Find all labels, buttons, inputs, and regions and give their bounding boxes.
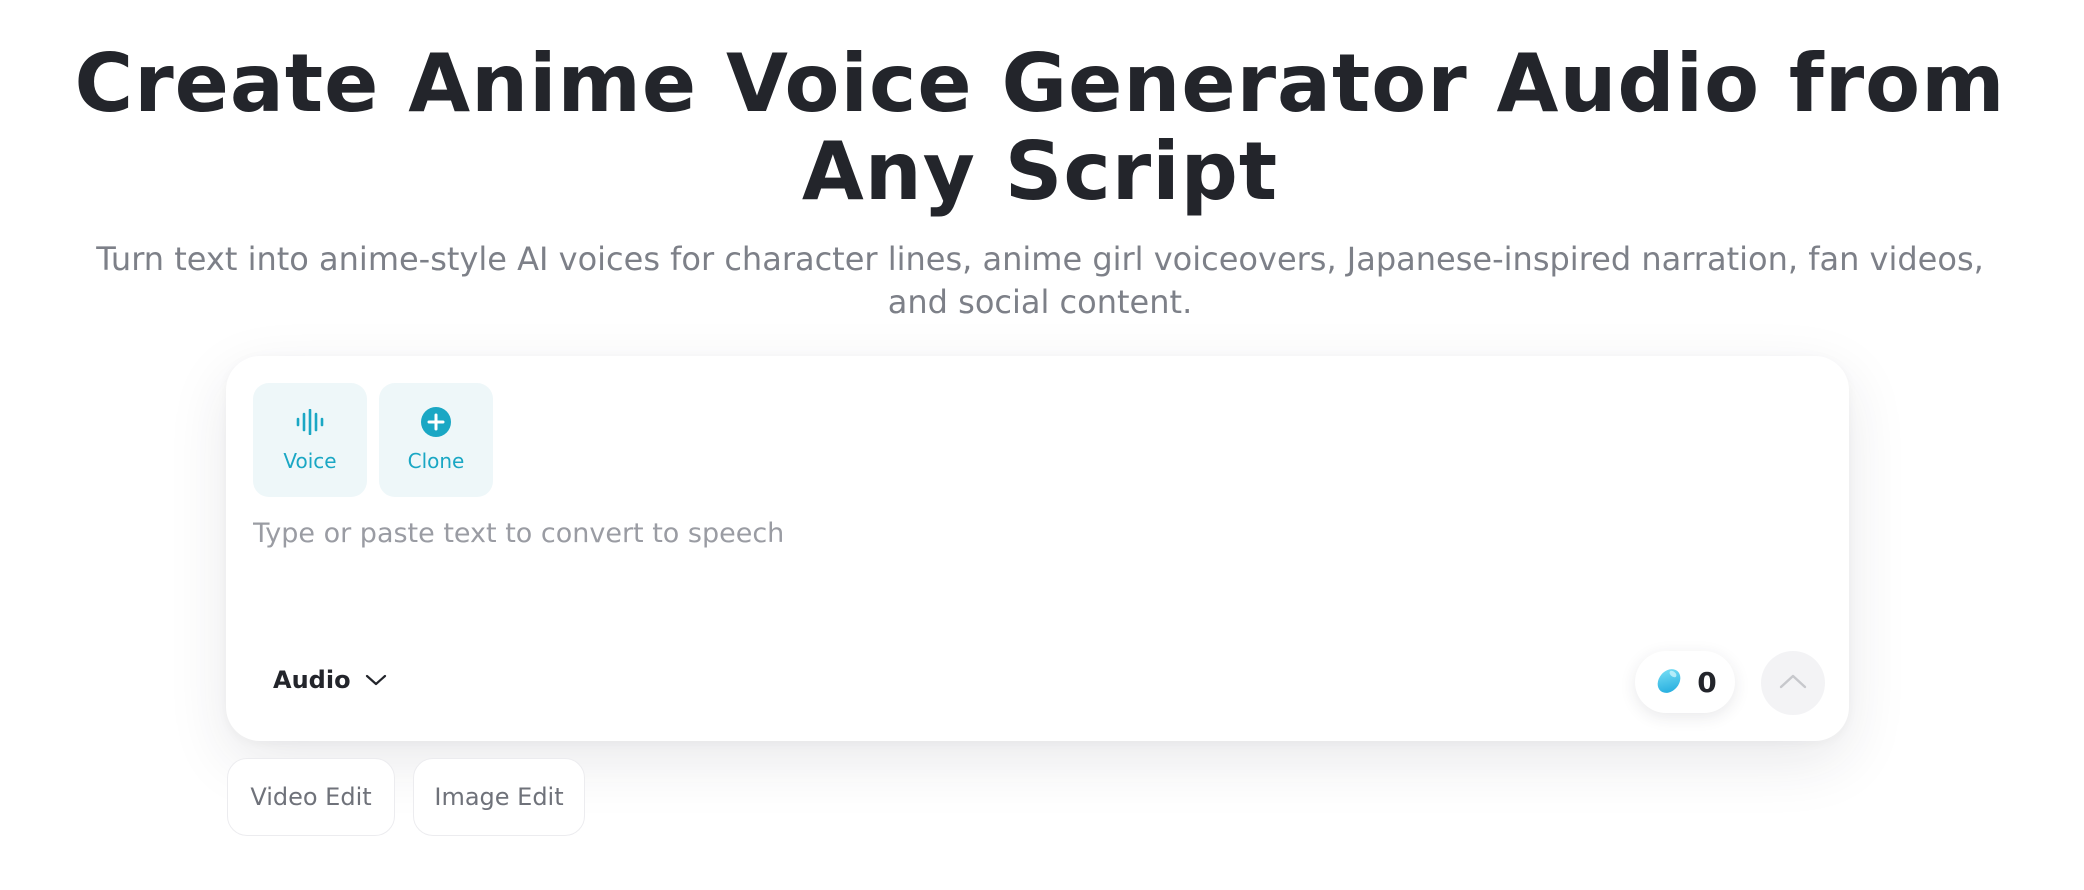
page-title: Create Anime Voice Generator Audio from … [74, 37, 2006, 218]
plus-circle-icon [379, 405, 493, 439]
chevron-up-icon [1778, 672, 1808, 695]
credits-indicator[interactable]: 0 [1635, 651, 1735, 713]
clone-mode-button[interactable]: Clone [379, 383, 493, 497]
voice-mode-button[interactable]: Voice [253, 383, 367, 497]
image-edit-chip[interactable]: Image Edit [413, 758, 585, 836]
tts-composer-card: Voice Clone Audio [226, 356, 1849, 741]
chevron-down-icon [365, 673, 387, 687]
speech-text-input[interactable] [253, 516, 1813, 636]
video-edit-chip[interactable]: Video Edit [227, 758, 395, 836]
clone-mode-label: Clone [407, 449, 465, 473]
bean-icon [1653, 664, 1685, 701]
voice-mode-label: Voice [283, 449, 337, 473]
waveform-icon [253, 405, 367, 439]
output-type-label: Audio [273, 666, 351, 694]
send-button[interactable] [1761, 651, 1825, 715]
credits-count: 0 [1697, 665, 1717, 699]
page-subtitle: Turn text into anime-style AI voices for… [96, 240, 1984, 321]
output-type-dropdown[interactable]: Audio [273, 660, 387, 700]
